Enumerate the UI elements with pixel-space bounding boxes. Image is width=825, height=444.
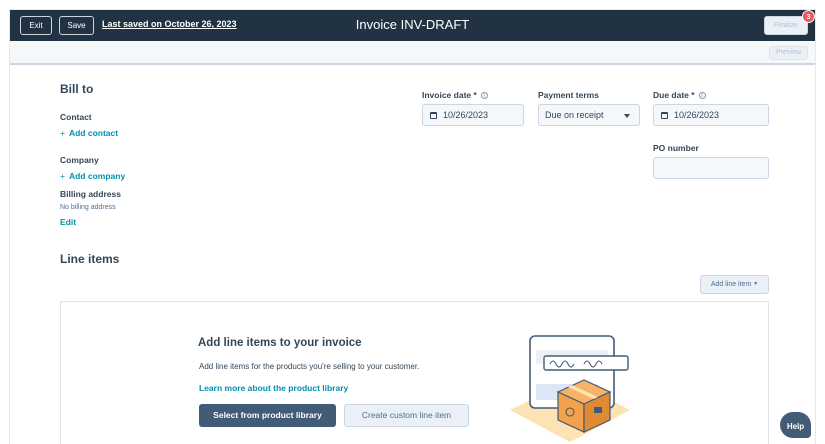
invoice-date-field[interactable]: 10/26/2023 <box>422 104 524 126</box>
po-number-label: PO number <box>653 143 699 153</box>
info-icon[interactable]: i <box>698 92 706 99</box>
empty-state-description: Add line items for the products you're s… <box>199 362 420 371</box>
add-line-item-label: Add line item <box>710 281 752 288</box>
billing-address-label: Billing address <box>60 189 121 199</box>
select-from-product-library-button[interactable]: Select from product library <box>199 404 336 427</box>
sub-toolbar: Preview <box>10 41 815 65</box>
plus-icon: + <box>60 171 65 181</box>
edit-billing-address-link[interactable]: Edit <box>60 217 76 227</box>
page-title: Invoice INV-DRAFT <box>355 17 470 32</box>
due-date-label-text: Due date * <box>653 90 695 100</box>
learn-more-product-library-link[interactable]: Learn more about the product library <box>199 383 348 393</box>
add-line-item-button[interactable]: Add line item ▼ <box>700 275 769 294</box>
payment-terms-select[interactable]: Due on receipt <box>538 104 640 126</box>
invoice-editor: Exit Save Last saved on October 26, 2023… <box>10 10 815 444</box>
preview-button[interactable]: Preview <box>769 46 808 60</box>
due-date-label: Due date * i <box>653 90 706 100</box>
payment-terms-label: Payment terms <box>538 90 599 100</box>
empty-state-title: Add line items to your invoice <box>198 337 362 349</box>
bill-to-heading: Bill to <box>60 82 94 96</box>
add-company-link[interactable]: + Add company <box>60 171 125 181</box>
chevron-down-icon <box>624 114 630 118</box>
plus-icon: + <box>60 128 65 138</box>
add-contact-label: Add contact <box>68 128 119 138</box>
top-bar: Exit Save Last saved on October 26, 2023… <box>10 10 815 41</box>
line-items-heading: Line items <box>60 252 120 266</box>
info-icon[interactable]: i <box>480 92 488 99</box>
calendar-icon <box>661 112 668 119</box>
product-box-illustration <box>510 335 630 442</box>
calendar-icon <box>430 112 437 119</box>
notification-badge: 3 <box>802 10 815 23</box>
due-date-field[interactable]: 10/26/2023 <box>653 104 769 126</box>
contact-label: Contact <box>60 112 92 122</box>
invoice-date-label-text: Invoice date * <box>422 90 477 100</box>
invoice-date-label: Invoice date * i <box>422 90 488 100</box>
billing-address-value: No billing address <box>60 204 116 211</box>
chevron-down-icon: ▼ <box>753 281 759 287</box>
due-date-value: 10/26/2023 <box>674 110 720 120</box>
add-contact-link[interactable]: + Add contact <box>60 128 118 138</box>
invoice-date-value: 10/26/2023 <box>443 110 489 120</box>
po-number-input[interactable] <box>653 157 769 179</box>
payment-terms-value: Due on receipt <box>545 110 604 120</box>
help-button[interactable]: Help <box>780 412 811 438</box>
create-custom-line-item-button[interactable]: Create custom line item <box>344 404 469 427</box>
add-company-label: Add company <box>68 171 126 181</box>
company-label: Company <box>60 155 99 165</box>
finalize-button[interactable]: Finalize <box>764 16 808 35</box>
